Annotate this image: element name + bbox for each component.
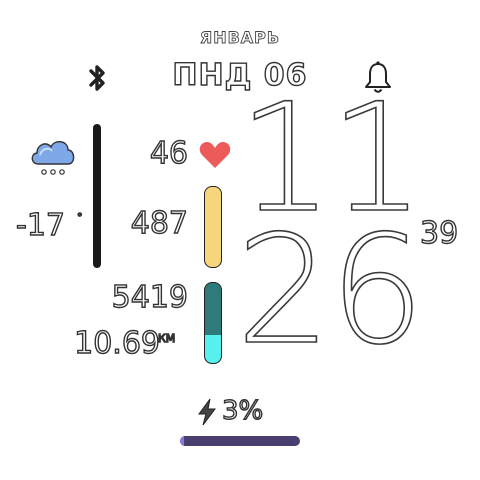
battery-progress-bar [180, 436, 300, 446]
month-label: ЯНВАРЬ [199, 28, 281, 48]
snow-cloud-icon[interactable] [28, 132, 80, 178]
distance-unit: КМ [157, 331, 176, 345]
bolt-icon [198, 398, 216, 426]
distance-value[interactable]: 10.69 [66, 325, 160, 361]
minute-display: 26 [235, 204, 425, 378]
calories-value[interactable]: 487 [120, 205, 189, 241]
battery-progress-fill [180, 436, 184, 446]
activity-value[interactable]: 5419 [96, 279, 189, 315]
seconds-display: 39 [419, 215, 459, 251]
battery-value[interactable]: 3% [221, 395, 264, 426]
bluetooth-icon[interactable] [84, 64, 110, 92]
temperature-value: -17 [15, 207, 65, 243]
calories-progress-bar [204, 186, 222, 268]
heart-icon [199, 142, 231, 168]
heart-rate-value[interactable]: 46 [140, 135, 189, 171]
temperature-unit: ° [76, 210, 83, 224]
activity-progress-fill [205, 335, 221, 363]
left-divider-bar [93, 124, 101, 268]
activity-progress-bar [204, 282, 222, 364]
